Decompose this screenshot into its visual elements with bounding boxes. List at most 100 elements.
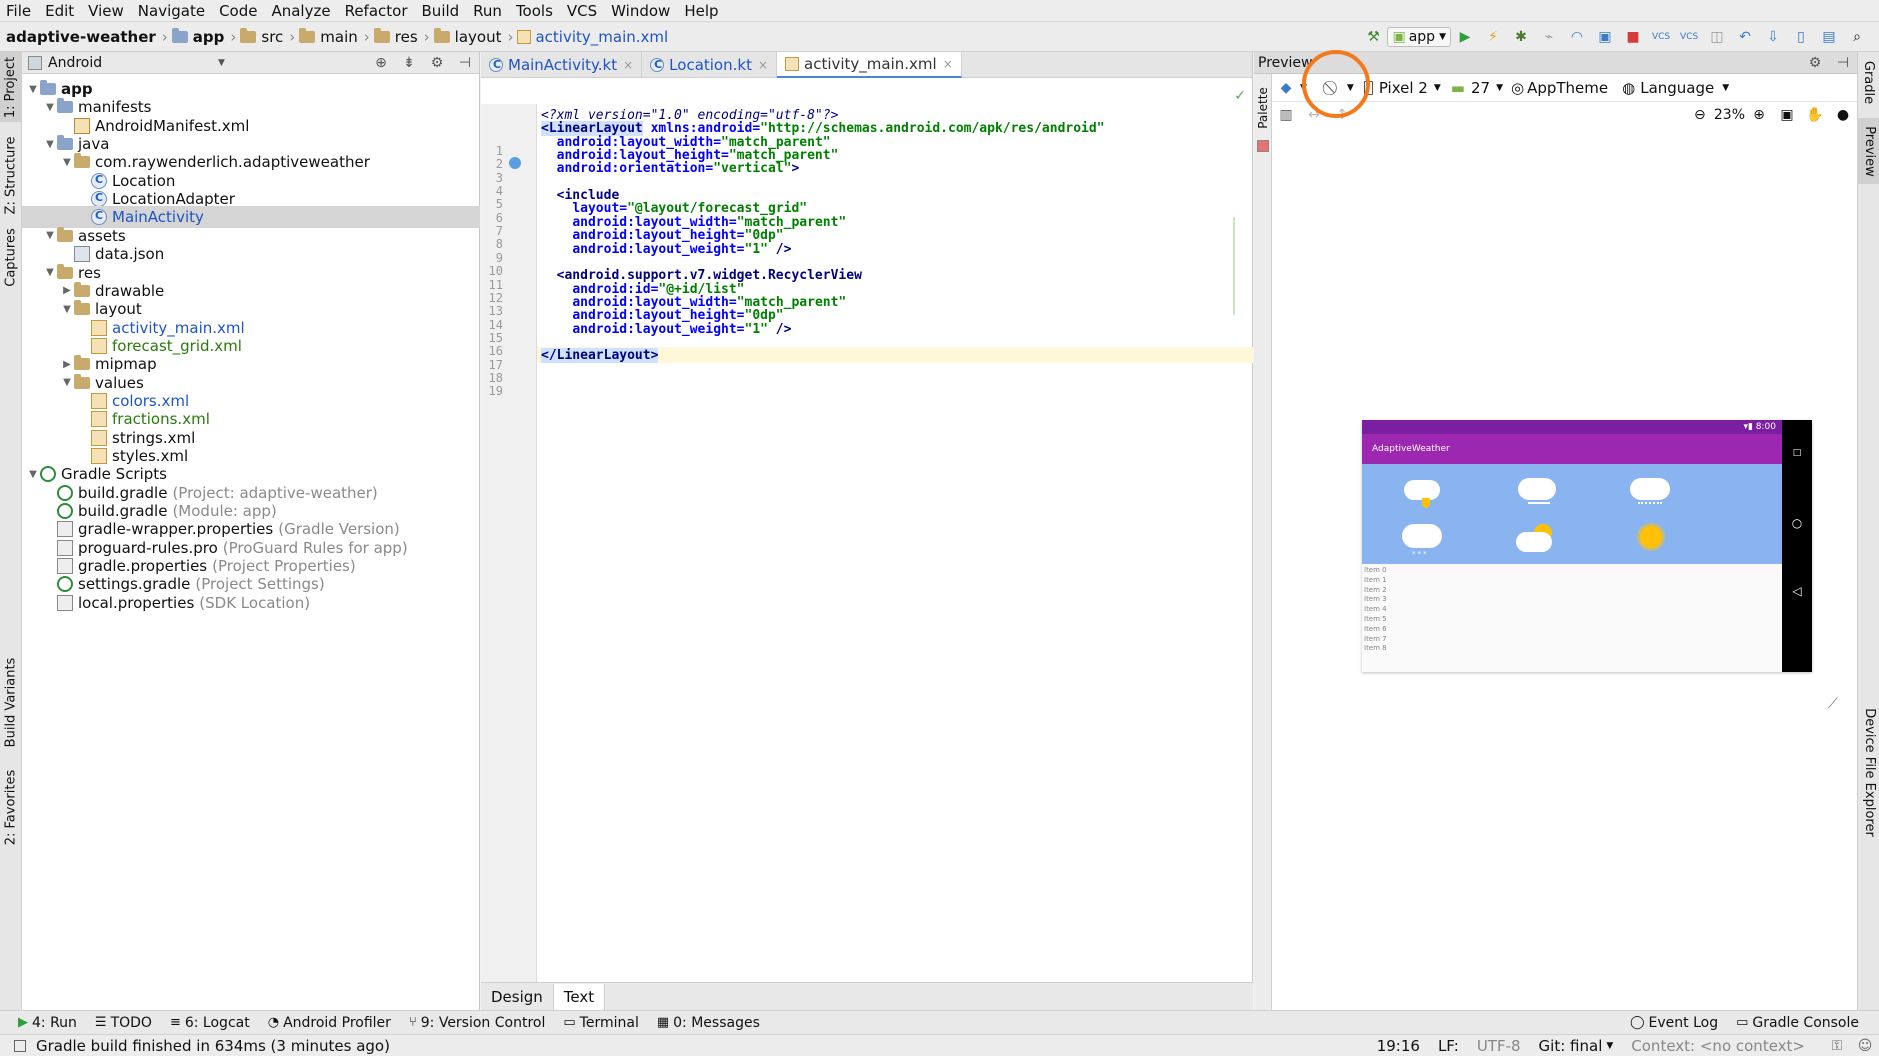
attach-debugger-icon[interactable]: ◠ [1568, 28, 1586, 46]
gear-icon[interactable]: ⚙ [1806, 54, 1824, 72]
menu-vcs[interactable]: VCS [561, 0, 605, 22]
tool-todo[interactable]: ☰ TODO [95, 1015, 152, 1031]
tab-preview[interactable]: Preview [1858, 118, 1879, 184]
editor-tab[interactable]: Location.kt × [642, 51, 778, 78]
phone-preview[interactable]: ▾▮ 8:00 AdaptiveWeather *** Item 0 Item … [1362, 420, 1812, 672]
sdk-manager-icon[interactable]: ⇩ [1764, 28, 1782, 46]
chevron-down-icon[interactable]: ▼ [1606, 1041, 1613, 1051]
menu-run[interactable]: Run [467, 0, 510, 22]
compare-icon[interactable]: ◫ [1708, 28, 1726, 46]
menu-file[interactable]: File [0, 0, 39, 22]
blueprint-icon[interactable]: ▥ [1277, 106, 1295, 124]
collapse-all-icon[interactable]: ⇟ [400, 54, 418, 72]
close-icon[interactable]: × [943, 57, 953, 71]
menu-view[interactable]: View [82, 0, 132, 22]
tab-design[interactable]: Design [481, 983, 554, 1010]
profile-icon[interactable]: ⌁ [1540, 28, 1558, 46]
chevron-down-icon[interactable]: ▼ [218, 58, 225, 68]
menu-tools[interactable]: Tools [510, 0, 561, 22]
gear-icon[interactable]: ⚙ [428, 54, 446, 72]
editor-tab[interactable]: MainActivity.kt × [481, 51, 643, 78]
zoom-out-icon[interactable]: ⊖ [1691, 106, 1709, 124]
menu-help[interactable]: Help [678, 0, 726, 22]
tab-build-variants[interactable]: Build Variants [0, 652, 22, 752]
tool-eventlog[interactable]: ◯ Event Log [1630, 1015, 1718, 1031]
status-message[interactable]: Gradle build finished in 634ms (3 minute… [36, 1037, 390, 1055]
apply-changes-icon[interactable]: ⚡ [1484, 28, 1502, 46]
file-encoding[interactable]: UTF-8 [1477, 1037, 1521, 1055]
hide-panel-icon[interactable]: ⊣ [1834, 54, 1852, 72]
chevron-down-icon[interactable]: ▼ [1496, 83, 1503, 93]
menu-window[interactable]: Window [605, 0, 678, 22]
vcs-commit-icon[interactable]: VCS [1680, 28, 1698, 46]
chevron-down-icon[interactable]: ▼ [60, 304, 74, 315]
language-select[interactable]: Language [1640, 79, 1714, 97]
tab-project[interactable]: 1: Project [0, 52, 22, 122]
chevron-down-icon[interactable]: ▼ [43, 139, 57, 150]
status-toggle-icon[interactable] [14, 1039, 26, 1052]
git-branch[interactable]: Git: final [1539, 1037, 1603, 1055]
chevron-down-icon[interactable]: ▼ [43, 230, 57, 241]
project-structure-icon[interactable]: ▤ [1820, 28, 1838, 46]
menu-analyze[interactable]: Analyze [265, 0, 338, 22]
revert-icon[interactable]: ↶ [1736, 28, 1754, 46]
menu-edit[interactable]: Edit [39, 0, 82, 22]
coverage-icon[interactable]: ▣ [1596, 28, 1614, 46]
hammer-icon[interactable]: ⚒ [1364, 28, 1382, 46]
chevron-down-icon[interactable]: ▼ [60, 157, 74, 168]
chevron-down-icon[interactable]: ▼ [43, 102, 57, 113]
tab-palette[interactable]: Palette [1254, 78, 1272, 138]
resize-handle-icon[interactable]: ⟋ [1828, 696, 1838, 712]
breadcrumb-item[interactable]: main [320, 28, 357, 46]
api-select[interactable]: 27 [1471, 79, 1490, 97]
chevron-down-icon[interactable]: ▼ [1722, 83, 1729, 93]
chevron-down-icon[interactable]: ▼ [26, 84, 40, 95]
run-config-select[interactable]: ▣ app ▼ [1387, 26, 1451, 47]
tab-text[interactable]: Text [553, 983, 606, 1010]
debug-icon[interactable]: ✱ [1512, 28, 1530, 46]
tab-device-file-explorer[interactable]: Device File Explorer [1858, 692, 1879, 852]
search-icon[interactable]: ⌕ [1848, 28, 1866, 46]
close-icon[interactable]: × [623, 58, 633, 72]
tree-item[interactable]: local.properties (SDK Location) [22, 592, 480, 614]
breadcrumb-item[interactable]: activity_main.xml [535, 28, 668, 46]
tab-captures[interactable]: Captures [0, 222, 22, 292]
locate-icon[interactable]: ⊕ [372, 54, 390, 72]
tool-logcat[interactable]: ≡ 6: Logcat [170, 1015, 250, 1031]
tool-messages[interactable]: ▦ 0: Messages [657, 1015, 760, 1031]
pan-icon[interactable]: ✋ [1806, 106, 1824, 124]
menu-refactor[interactable]: Refactor [339, 0, 416, 22]
breadcrumb-item[interactable]: app [193, 28, 225, 46]
tool-run[interactable]: ▶ 4: Run [18, 1015, 77, 1031]
chevron-down-icon[interactable]: ▼ [43, 267, 57, 278]
context-label[interactable]: Context: <no context> [1631, 1037, 1805, 1055]
run-icon[interactable]: ▶ [1456, 28, 1474, 46]
vcs-update-icon[interactable]: VCS [1652, 28, 1670, 46]
chevron-down-icon[interactable]: ▼ [26, 469, 40, 480]
editor-tab[interactable]: activity_main.xml × [777, 51, 962, 78]
fit-screen-icon[interactable]: ▣ [1778, 106, 1796, 124]
tab-gradle[interactable]: Gradle [1858, 52, 1879, 112]
lock-icon[interactable]: ⚿ [1828, 1037, 1846, 1055]
menu-navigate[interactable]: Navigate [132, 0, 213, 22]
zoom-in-icon[interactable]: ⊕ [1750, 106, 1768, 124]
stop-icon[interactable]: ■ [1624, 28, 1642, 46]
tool-terminal[interactable]: ▭ Terminal [563, 1015, 638, 1031]
device-select[interactable]: Pixel 2 [1379, 79, 1428, 97]
project-view-select[interactable]: Android [48, 55, 218, 71]
chevron-down-icon[interactable]: ▼ [1434, 83, 1441, 93]
chevron-down-icon[interactable]: ▼ [60, 377, 74, 388]
breadcrumb-item[interactable]: res [395, 28, 418, 46]
inspector-icon[interactable]: ☺ [1856, 1037, 1874, 1055]
tab-favorites[interactable]: 2: Favorites [0, 762, 22, 852]
breadcrumb-item[interactable]: adaptive-weather [6, 28, 156, 46]
tab-structure[interactable]: Z: Structure [0, 130, 22, 220]
code-area[interactable]: <?xml version="1.0" encoding="utf-8"?> <L… [481, 104, 1253, 982]
hide-panel-icon[interactable]: ⊣ [456, 54, 474, 72]
avd-manager-icon[interactable]: ▯ [1792, 28, 1810, 46]
menu-build[interactable]: Build [416, 0, 468, 22]
layers-icon[interactable]: ◆ [1277, 79, 1295, 97]
menu-code[interactable]: Code [213, 0, 265, 22]
close-icon[interactable]: × [758, 58, 768, 72]
chevron-right-icon[interactable]: ▶ [60, 359, 74, 370]
